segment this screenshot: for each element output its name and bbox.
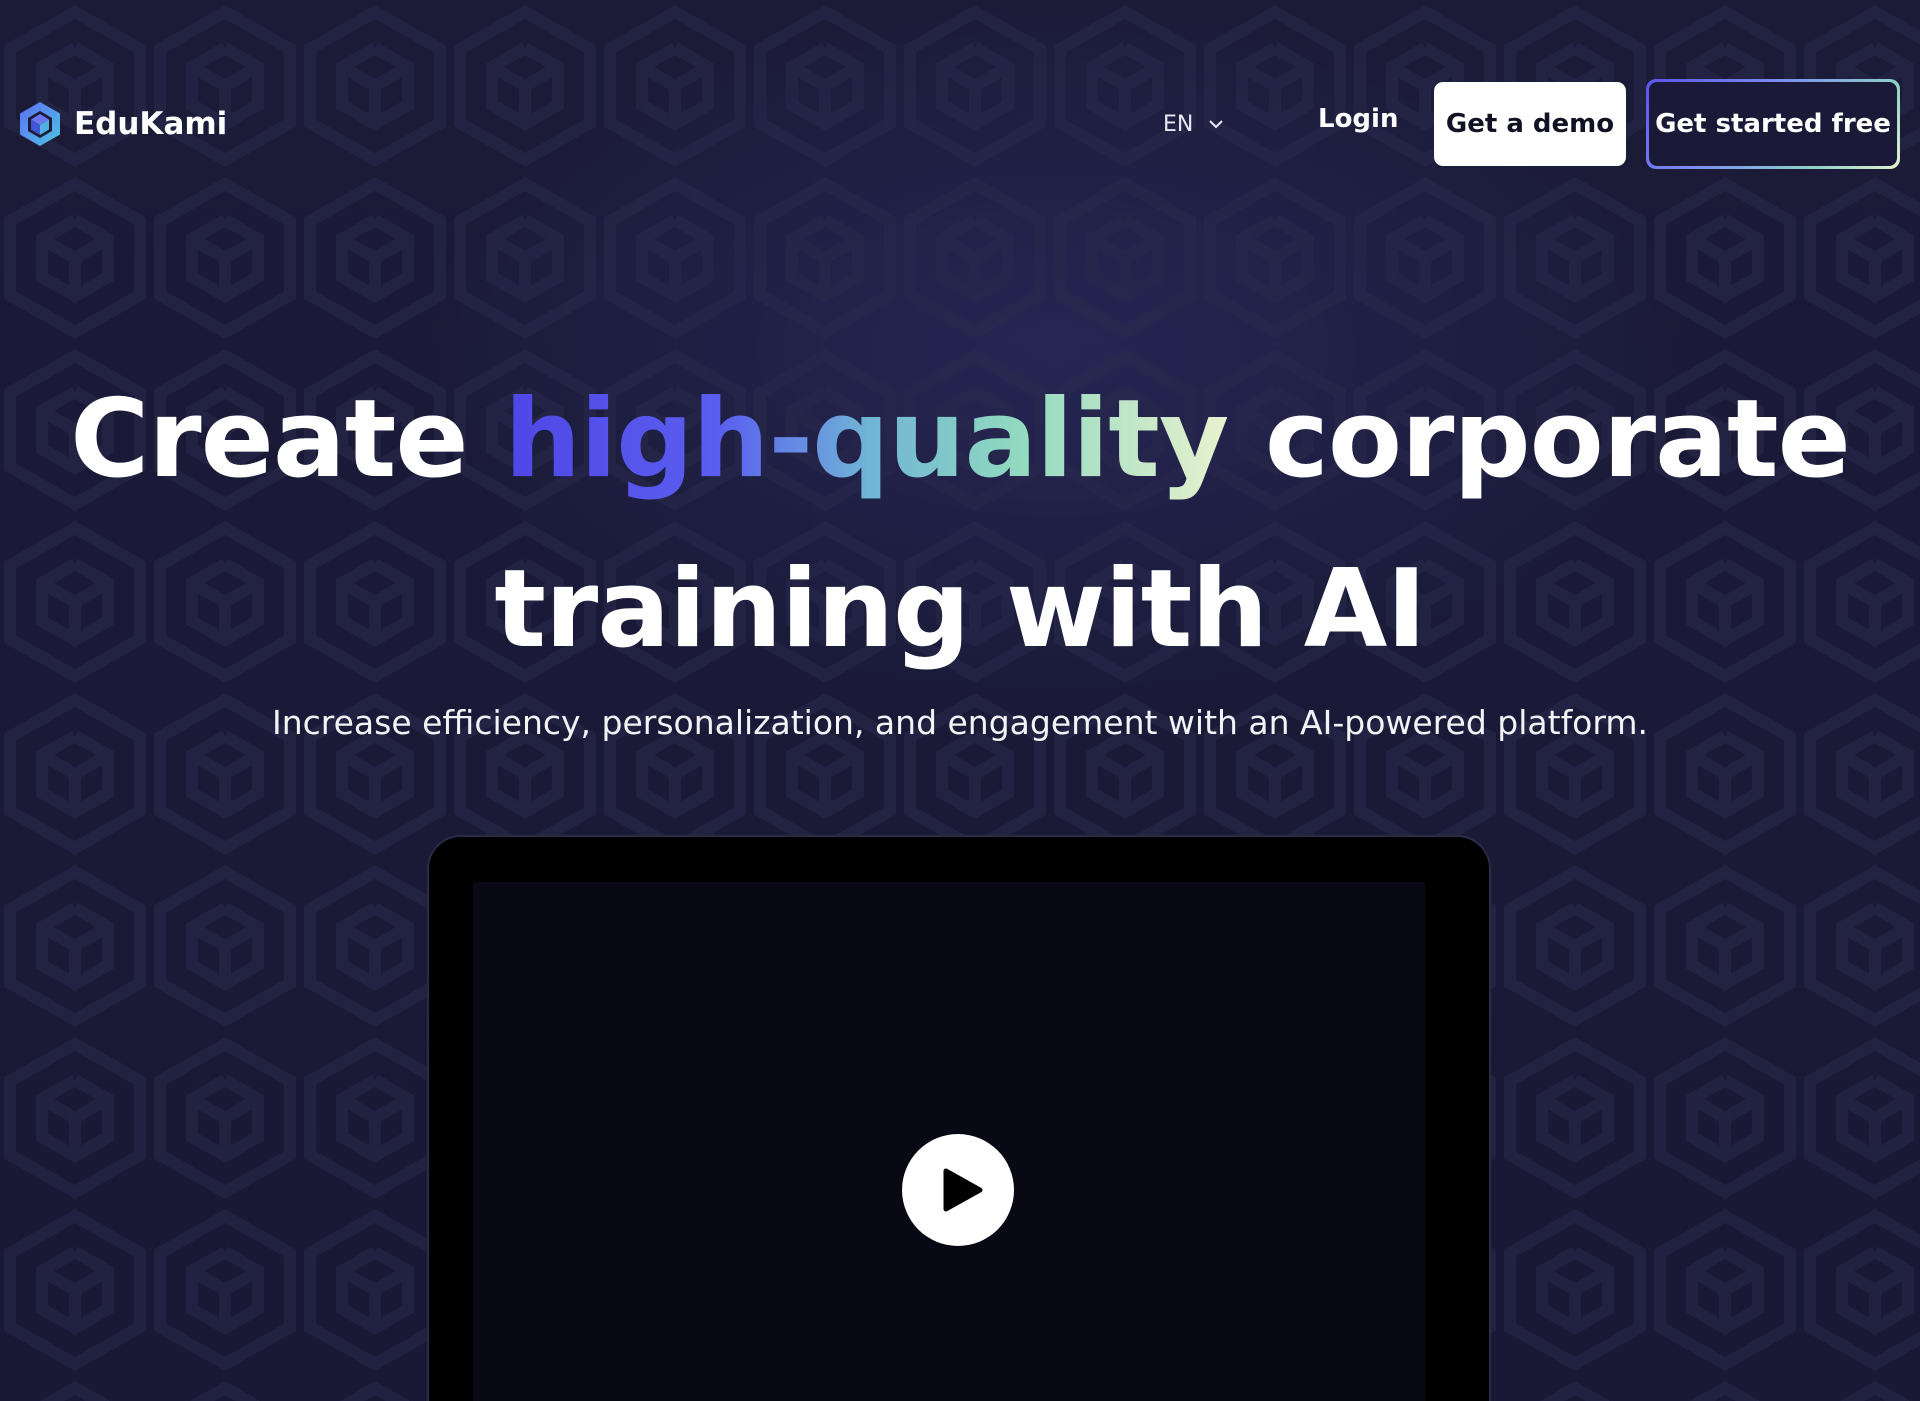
- hero-subtitle: Increase efficiency, personalization, an…: [271, 703, 1648, 742]
- chevron-down-icon: [1209, 120, 1224, 129]
- hero-title: Create high-quality corporate training w…: [0, 355, 1920, 695]
- get-demo-button[interactable]: Get a demo: [1434, 82, 1626, 166]
- language-selector[interactable]: EN: [1163, 107, 1225, 141]
- get-started-button-inner: Get started free: [1649, 82, 1897, 166]
- hero-title-line2: training with AI: [494, 547, 1426, 672]
- landing-page: EduKami EN Login Get a demo Get started …: [0, 0, 1920, 1401]
- play-icon: [943, 1168, 983, 1212]
- brand-logo[interactable]: EduKami: [19, 100, 227, 148]
- cube-icon: [20, 102, 60, 146]
- site-header: EduKami EN Login Get a demo Get started …: [0, 0, 1920, 250]
- brand-name: EduKami: [74, 106, 228, 142]
- login-link[interactable]: Login: [1318, 104, 1398, 134]
- hero-title-accent: high-quality: [504, 377, 1229, 502]
- get-started-label: Get started free: [1655, 109, 1891, 139]
- play-video-button[interactable]: [902, 1134, 1014, 1246]
- hero-title-prefix: Create: [70, 377, 505, 502]
- language-label: EN: [1163, 111, 1194, 137]
- get-demo-label: Get a demo: [1445, 109, 1615, 139]
- get-started-button[interactable]: Get started free: [1646, 79, 1900, 169]
- video-laptop-frame: [427, 835, 1491, 1401]
- hero-title-suffix: corporate: [1228, 377, 1851, 502]
